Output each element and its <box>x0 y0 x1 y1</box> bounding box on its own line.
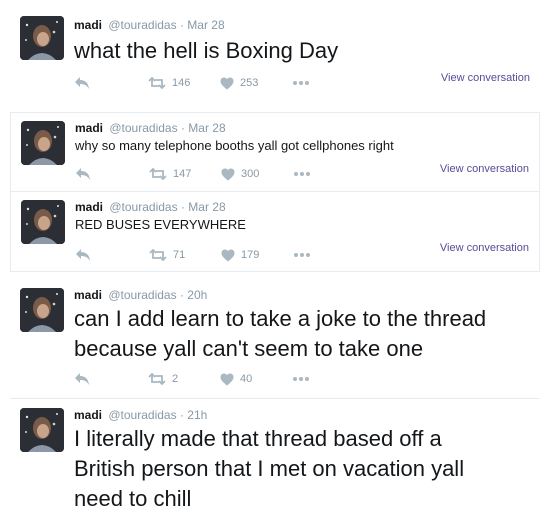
tweet-actions: 71 179 <box>75 247 335 263</box>
more-icon <box>294 253 310 257</box>
more-icon <box>293 81 309 85</box>
timestamp[interactable]: 21h <box>187 408 207 422</box>
divider <box>10 398 540 399</box>
separator-dot: · <box>180 200 185 214</box>
retweet-icon <box>148 77 166 89</box>
like-button[interactable]: 253 <box>220 75 258 91</box>
more-button[interactable] <box>292 75 310 91</box>
retweet-button[interactable]: 147 <box>149 166 191 182</box>
heart-icon <box>220 373 234 385</box>
tweet-header: madi @touradidas · Mar 28 <box>75 121 226 135</box>
retweet-icon <box>149 168 167 180</box>
reply-icon <box>75 77 89 89</box>
more-button[interactable] <box>293 166 311 182</box>
like-count: 40 <box>240 373 253 385</box>
tweet-3: madi @touradidas · Mar 28 RED BUSES EVER… <box>10 192 540 272</box>
avatar[interactable] <box>20 408 64 452</box>
user-handle[interactable]: @touradidas <box>109 121 177 135</box>
user-handle[interactable]: @touradidas <box>108 408 176 422</box>
avatar[interactable] <box>20 16 64 60</box>
tweet-text: what the hell is Boxing Day <box>74 38 339 63</box>
like-button[interactable]: 300 <box>221 166 259 182</box>
retweet-count: 146 <box>172 77 191 89</box>
user-handle[interactable]: @touradidas <box>108 288 176 302</box>
tweet-header: madi @touradidas · 20h <box>74 288 207 302</box>
separator-dot: · <box>179 18 184 32</box>
more-button[interactable] <box>293 247 311 263</box>
reply-icon <box>76 249 90 261</box>
avatar[interactable] <box>20 288 64 332</box>
reply-button[interactable] <box>74 75 90 91</box>
heart-icon <box>221 249 235 261</box>
display-name[interactable]: madi <box>74 288 102 302</box>
reply-icon <box>76 168 90 180</box>
avatar[interactable] <box>21 121 65 165</box>
user-handle[interactable]: @touradidas <box>109 200 177 214</box>
view-conversation-link[interactable]: View conversation <box>440 163 529 175</box>
retweet-button[interactable]: 2 <box>148 371 178 387</box>
tweet-4: madi @touradidas · 20h can I add learn t… <box>10 280 540 396</box>
tweet-text: I literally made that thread based off a… <box>74 426 465 511</box>
timestamp[interactable]: Mar 28 <box>187 18 224 32</box>
tweet-text: can I add learn to take a joke to the th… <box>74 306 487 361</box>
tweet-actions: 146 253 <box>74 75 334 91</box>
tweet-text: why so many telephone booths yall got ce… <box>75 138 394 153</box>
more-button[interactable] <box>292 371 310 387</box>
retweet-count: 2 <box>172 373 179 385</box>
more-icon <box>293 377 309 381</box>
tweet-text: RED BUSES EVERYWHERE <box>75 217 246 232</box>
tweet-1: madi @touradidas · Mar 28 what the hell … <box>10 8 540 108</box>
tweet-header: madi @touradidas · 21h <box>74 408 207 422</box>
tweet-2: madi @touradidas · Mar 28 why so many te… <box>10 112 540 192</box>
tweet-5: madi @touradidas · 21h I literally made … <box>10 400 540 528</box>
like-button[interactable]: 40 <box>220 371 252 387</box>
display-name[interactable]: madi <box>75 200 103 214</box>
heart-icon <box>221 168 235 180</box>
display-name[interactable]: madi <box>75 121 103 135</box>
retweet-icon <box>148 373 166 385</box>
separator-dot: · <box>179 408 184 422</box>
like-button[interactable]: 179 <box>221 247 259 263</box>
reply-button[interactable] <box>75 166 91 182</box>
timestamp[interactable]: 20h <box>187 288 207 302</box>
reply-icon <box>75 373 89 385</box>
retweet-icon <box>149 249 167 261</box>
reply-button[interactable] <box>74 371 90 387</box>
retweet-button[interactable]: 71 <box>149 247 185 263</box>
tweet-actions: 2 40 <box>74 371 334 387</box>
tweet-actions: 147 300 <box>75 166 335 182</box>
retweet-button[interactable]: 146 <box>148 75 190 91</box>
reply-button[interactable] <box>75 247 91 263</box>
heart-icon <box>220 77 234 89</box>
display-name[interactable]: madi <box>74 18 102 32</box>
like-count: 179 <box>241 249 260 261</box>
view-conversation-link[interactable]: View conversation <box>440 242 529 254</box>
separator-dot: · <box>179 288 184 302</box>
user-handle[interactable]: @touradidas <box>108 18 176 32</box>
retweet-count: 147 <box>173 168 192 180</box>
timestamp[interactable]: Mar 28 <box>188 121 225 135</box>
tweet-header: madi @touradidas · Mar 28 <box>75 200 226 214</box>
like-count: 253 <box>240 77 259 89</box>
timestamp[interactable]: Mar 28 <box>188 200 225 214</box>
display-name[interactable]: madi <box>74 408 102 422</box>
tweet-header: madi @touradidas · Mar 28 <box>74 18 225 32</box>
avatar[interactable] <box>21 200 65 244</box>
separator-dot: · <box>180 121 185 135</box>
retweet-count: 71 <box>173 249 186 261</box>
view-conversation-link[interactable]: View conversation <box>441 72 530 84</box>
like-count: 300 <box>241 168 260 180</box>
more-icon <box>294 172 310 176</box>
